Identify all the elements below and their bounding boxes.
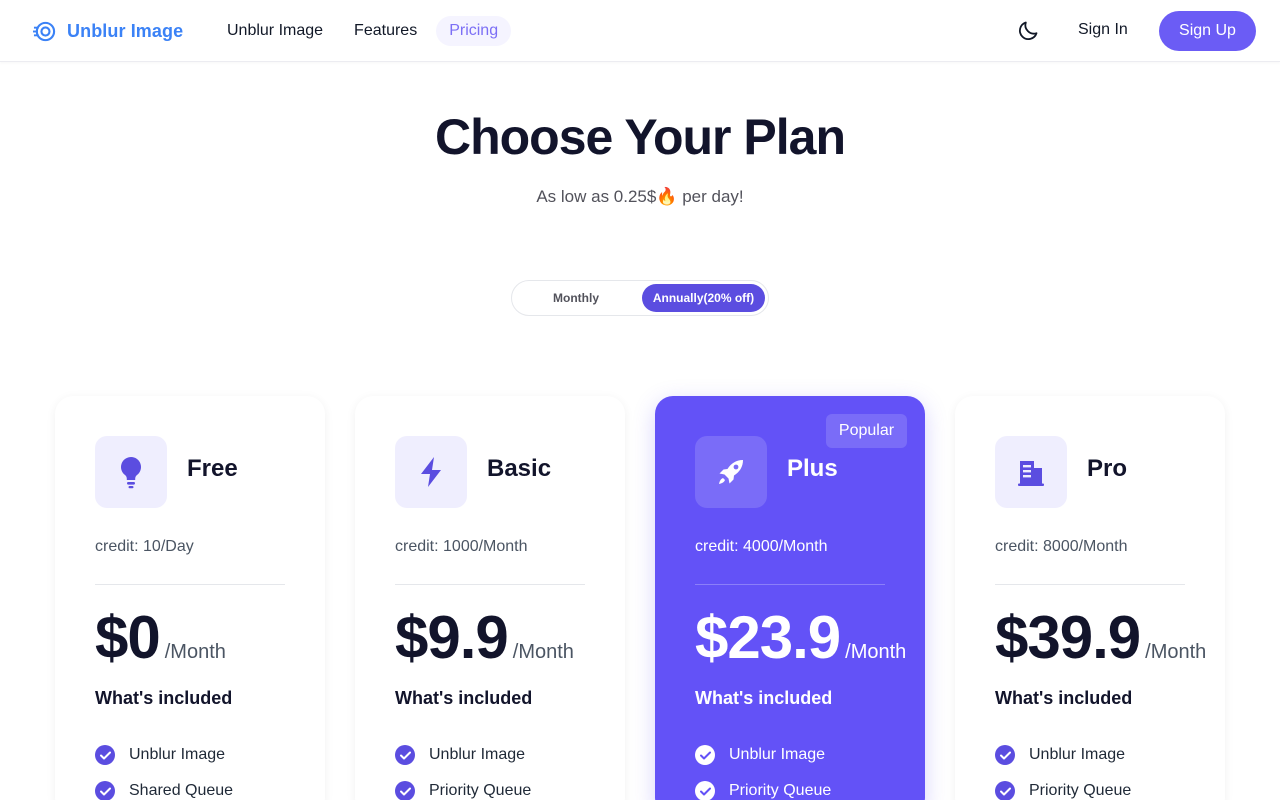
- plan-name: Plus: [787, 455, 838, 482]
- plan-credit: credit: 1000/Month: [395, 538, 528, 555]
- page-subtitle: As low as 0.25$🔥 per day!: [536, 187, 744, 206]
- feature-text: Unblur Image: [729, 746, 826, 763]
- divider: [395, 584, 585, 585]
- logo-text: Unblur Image: [67, 21, 184, 41]
- feature-text: Priority Queue: [729, 782, 832, 799]
- feature-list: Unblur Image Priority Queue: [395, 743, 531, 800]
- feature-item: Priority Queue: [995, 779, 1131, 800]
- sign-up-button[interactable]: Sign Up: [1159, 11, 1256, 51]
- price-row: $23.9 /Month: [695, 602, 906, 674]
- feature-text: Unblur Image: [129, 746, 226, 763]
- lightbulb-icon: [121, 457, 141, 489]
- billing-monthly-option[interactable]: Monthly: [516, 284, 636, 312]
- plan-credit: credit: 4000/Month: [695, 538, 828, 555]
- plan-card-free: Free credit: 10/Day $0 /Month What's inc…: [55, 396, 325, 800]
- divider: [695, 584, 885, 585]
- feature-text: Priority Queue: [429, 782, 532, 799]
- feature-item: Shared Queue: [95, 779, 233, 800]
- feature-text: Priority Queue: [1029, 782, 1132, 799]
- check-icon: [95, 781, 115, 800]
- plan-name: Pro: [1087, 455, 1128, 482]
- billing-annual-option[interactable]: Annually(20% off): [642, 284, 765, 312]
- price-row: $0 /Month: [95, 602, 226, 674]
- popular-badge: Popular: [826, 414, 907, 448]
- check-icon: [695, 781, 715, 800]
- plan-price: $39.9: [995, 604, 1141, 671]
- plan-price: $9.9: [395, 604, 509, 671]
- divider: [95, 584, 285, 585]
- price-period: /Month: [845, 641, 907, 663]
- page-title: Choose Your Plan: [434, 109, 846, 165]
- feature-list: Unblur Image Priority Queue: [995, 743, 1131, 800]
- included-heading: What's included: [95, 688, 233, 708]
- plan-price: $23.9: [695, 604, 841, 671]
- nav-item-pricing[interactable]: Pricing: [436, 16, 512, 46]
- feature-item: Priority Queue: [695, 779, 831, 800]
- price-period: /Month: [1145, 641, 1207, 663]
- building-icon: [1018, 461, 1044, 486]
- plan-name: Free: [187, 455, 238, 482]
- plan-icon-container: [995, 436, 1067, 508]
- feature-item: Unblur Image: [695, 743, 831, 767]
- plan-credit: credit: 8000/Month: [995, 538, 1128, 555]
- price-period: /Month: [512, 641, 574, 663]
- sign-in-link[interactable]: Sign In: [1078, 21, 1128, 39]
- feature-item: Unblur Image: [995, 743, 1131, 767]
- feature-list: Unblur Image Shared Queue: [95, 743, 233, 800]
- price-row: $9.9 /Month: [395, 602, 574, 674]
- plan-icon-container: [395, 436, 467, 508]
- plan-price: $0: [95, 604, 161, 671]
- billing-toggle: Monthly Annually(20% off): [511, 280, 769, 316]
- included-heading: What's included: [395, 688, 533, 708]
- nav-item-features[interactable]: Features: [354, 16, 417, 46]
- plan-card-basic: Basic credit: 1000/Month $9.9 /Month Wha…: [355, 396, 625, 800]
- plan-name: Basic: [487, 455, 552, 482]
- rocket-icon: [719, 460, 743, 484]
- plan-credit: credit: 10/Day: [95, 538, 194, 555]
- price-row: $39.9 /Month: [995, 602, 1206, 674]
- feature-text: Shared Queue: [129, 782, 234, 799]
- check-icon: [995, 781, 1015, 800]
- plan-card-pro: Pro credit: 8000/Month $39.9 /Month What…: [955, 396, 1225, 800]
- feature-text: Unblur Image: [429, 746, 526, 763]
- top-header: Unblur Image Unblur Image Features Prici…: [0, 0, 1280, 62]
- divider: [995, 584, 1185, 585]
- check-icon: [695, 745, 715, 765]
- plan-icon-container: [95, 436, 167, 508]
- nav-item-unblur-image[interactable]: Unblur Image: [227, 16, 323, 46]
- feature-item: Unblur Image: [395, 743, 531, 767]
- check-icon: [395, 745, 415, 765]
- check-icon: [995, 745, 1015, 765]
- feature-item: Unblur Image: [95, 743, 233, 767]
- check-icon: [95, 745, 115, 765]
- included-heading: What's included: [695, 688, 833, 708]
- included-heading: What's included: [995, 688, 1133, 708]
- feature-list: Unblur Image Priority Queue: [695, 743, 831, 800]
- plan-card-plus: Popular Plus credit: 4000/Month $23.9 /M…: [655, 396, 925, 800]
- main-nav: Unblur Image Features Pricing: [227, 16, 512, 46]
- plan-icon-container: [695, 436, 767, 508]
- logo-link[interactable]: Unblur Image: [33, 20, 183, 43]
- check-icon: [395, 781, 415, 800]
- feature-item: Priority Queue: [395, 779, 531, 800]
- logo-icon: [33, 21, 56, 42]
- moon-icon[interactable]: [1016, 19, 1040, 43]
- feature-text: Unblur Image: [1029, 746, 1126, 763]
- lightning-icon: [421, 457, 441, 487]
- price-period: /Month: [164, 641, 226, 663]
